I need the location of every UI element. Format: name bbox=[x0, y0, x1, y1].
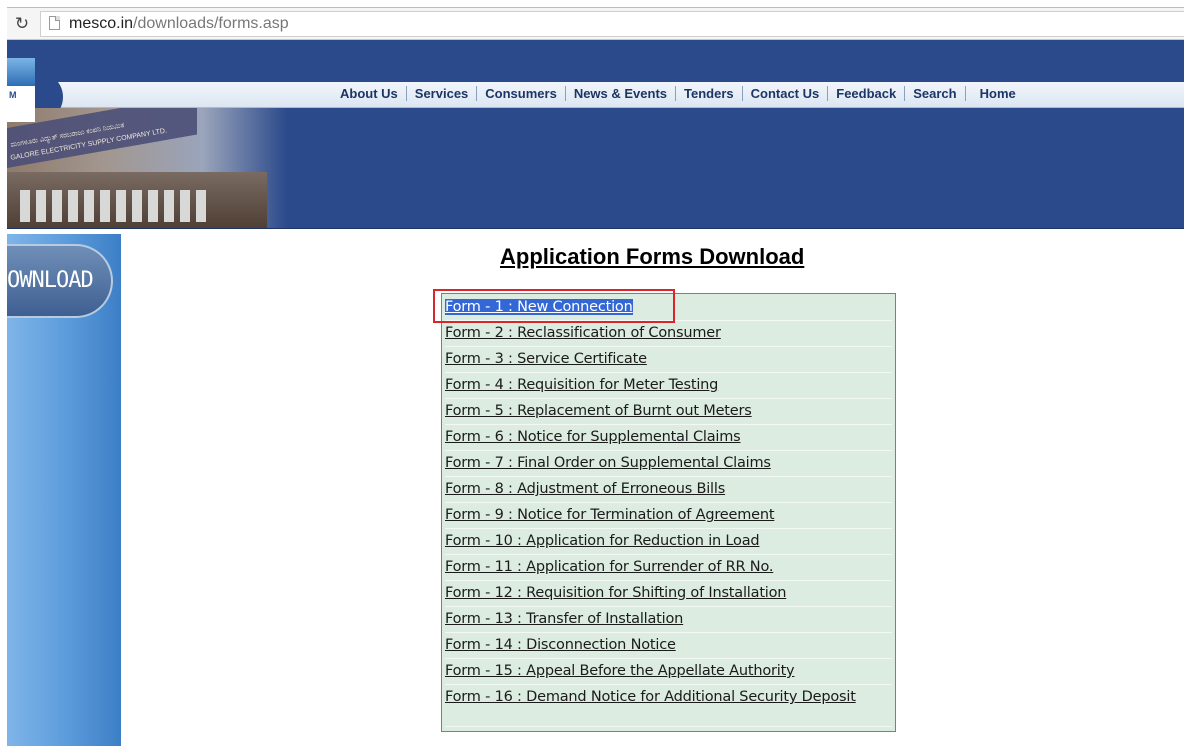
form-row: Form - 4 : Requisition for Meter Testing bbox=[445, 376, 892, 399]
window-left-edge bbox=[0, 0, 7, 746]
form-row: Form - 14 : Disconnection Notice bbox=[445, 636, 892, 659]
form-link-6[interactable]: Form - 6 : Notice for Supplemental Claim… bbox=[445, 429, 741, 445]
form-link-16[interactable]: Form - 16 : Demand Notice for Additional… bbox=[445, 689, 856, 705]
form-row: Form - 6 : Notice for Supplemental Claim… bbox=[445, 428, 892, 451]
header-divider bbox=[7, 228, 1184, 233]
window-top-edge bbox=[0, 0, 1184, 7]
url-path: /downloads/forms.asp bbox=[133, 15, 289, 32]
header-band bbox=[7, 40, 1184, 82]
form-row: Form - 16 : Demand Notice for Additional… bbox=[445, 688, 892, 727]
form-row: Form - 3 : Service Certificate bbox=[445, 350, 892, 373]
logo: M bbox=[7, 58, 35, 122]
logo-mark bbox=[7, 58, 35, 86]
main-nav: About Us Services Consumers News & Events Te… bbox=[340, 86, 1016, 101]
form-row: Form - 11 : Application for Surrender of… bbox=[445, 558, 892, 581]
address-bar: ↻ mesco.in/downloads/forms.asp bbox=[7, 7, 1184, 40]
nav-item-consumers[interactable]: Consumers bbox=[477, 86, 566, 101]
page-icon bbox=[49, 16, 60, 30]
reload-icon[interactable]: ↻ bbox=[12, 14, 32, 34]
form-link-15[interactable]: Form - 15 : Appeal Before the Appellate … bbox=[445, 663, 795, 679]
download-label: OWNLOAD bbox=[7, 268, 94, 293]
form-row: Form - 15 : Appeal Before the Appellate … bbox=[445, 662, 892, 685]
form-link-7[interactable]: Form - 7 : Final Order on Supplemental C… bbox=[445, 455, 771, 471]
form-row: Form - 5 : Replacement of Burnt out Mete… bbox=[445, 402, 892, 425]
nav-item-services[interactable]: Services bbox=[407, 86, 478, 101]
form-row: Form - 2 : Reclassification of Consumer bbox=[445, 324, 892, 347]
form-link-2[interactable]: Form - 2 : Reclassification of Consumer bbox=[445, 325, 721, 341]
form-link-4[interactable]: Form - 4 : Requisition for Meter Testing bbox=[445, 377, 718, 393]
url-host: mesco.in bbox=[69, 15, 134, 32]
form-row: Form - 12 : Requisition for Shifting of … bbox=[445, 584, 892, 607]
page-title: Application Forms Download bbox=[500, 244, 805, 269]
url-input[interactable]: mesco.in/downloads/forms.asp bbox=[40, 11, 1184, 37]
form-link-12[interactable]: Form - 12 : Requisition for Shifting of … bbox=[445, 585, 786, 601]
logo-letter: M bbox=[9, 90, 17, 100]
form-row: Form - 7 : Final Order on Supplemental C… bbox=[445, 454, 892, 477]
form-link-13[interactable]: Form - 13 : Transfer of Installation bbox=[445, 611, 683, 627]
form-link-1[interactable]: Form - 1 : New Connection bbox=[445, 299, 633, 315]
form-link-11[interactable]: Form - 11 : Application for Surrender of… bbox=[445, 559, 773, 575]
form-link-5[interactable]: Form - 5 : Replacement of Burnt out Mete… bbox=[445, 403, 752, 419]
form-row: Form - 9 : Notice for Termination of Agr… bbox=[445, 506, 892, 529]
building-windows bbox=[20, 190, 206, 222]
form-row: Form - 10 : Application for Reduction in… bbox=[445, 532, 892, 555]
form-link-8[interactable]: Form - 8 : Adjustment of Erroneous Bills bbox=[445, 481, 725, 497]
form-row: Form - 1 : New Connection bbox=[445, 298, 892, 321]
form-link-9[interactable]: Form - 9 : Notice for Termination of Agr… bbox=[445, 507, 775, 523]
forms-list: Form - 1 : New Connection Form - 2 : Recl… bbox=[441, 293, 896, 732]
nav-item-home[interactable]: Home bbox=[966, 86, 1016, 101]
form-link-3[interactable]: Form - 3 : Service Certificate bbox=[445, 351, 647, 367]
nav-item-feedback[interactable]: Feedback bbox=[828, 86, 906, 101]
nav-curve bbox=[35, 82, 75, 108]
nav-item-news-events[interactable]: News & Events bbox=[566, 86, 677, 101]
form-link-10[interactable]: Form - 10 : Application for Reduction in… bbox=[445, 533, 760, 549]
nav-item-about-us[interactable]: About Us bbox=[340, 86, 407, 101]
nav-item-search[interactable]: Search bbox=[905, 86, 966, 101]
url-text[interactable]: mesco.in/downloads/forms.asp bbox=[69, 15, 289, 33]
form-link-14[interactable]: Form - 14 : Disconnection Notice bbox=[445, 637, 676, 653]
download-button[interactable]: OWNLOAD bbox=[7, 244, 113, 318]
form-row: Form - 8 : Adjustment of Erroneous Bills bbox=[445, 480, 892, 503]
nav-item-tenders[interactable]: Tenders bbox=[676, 86, 743, 101]
nav-item-contact-us[interactable]: Contact Us bbox=[743, 86, 829, 101]
form-row: Form - 13 : Transfer of Installation bbox=[445, 610, 892, 633]
